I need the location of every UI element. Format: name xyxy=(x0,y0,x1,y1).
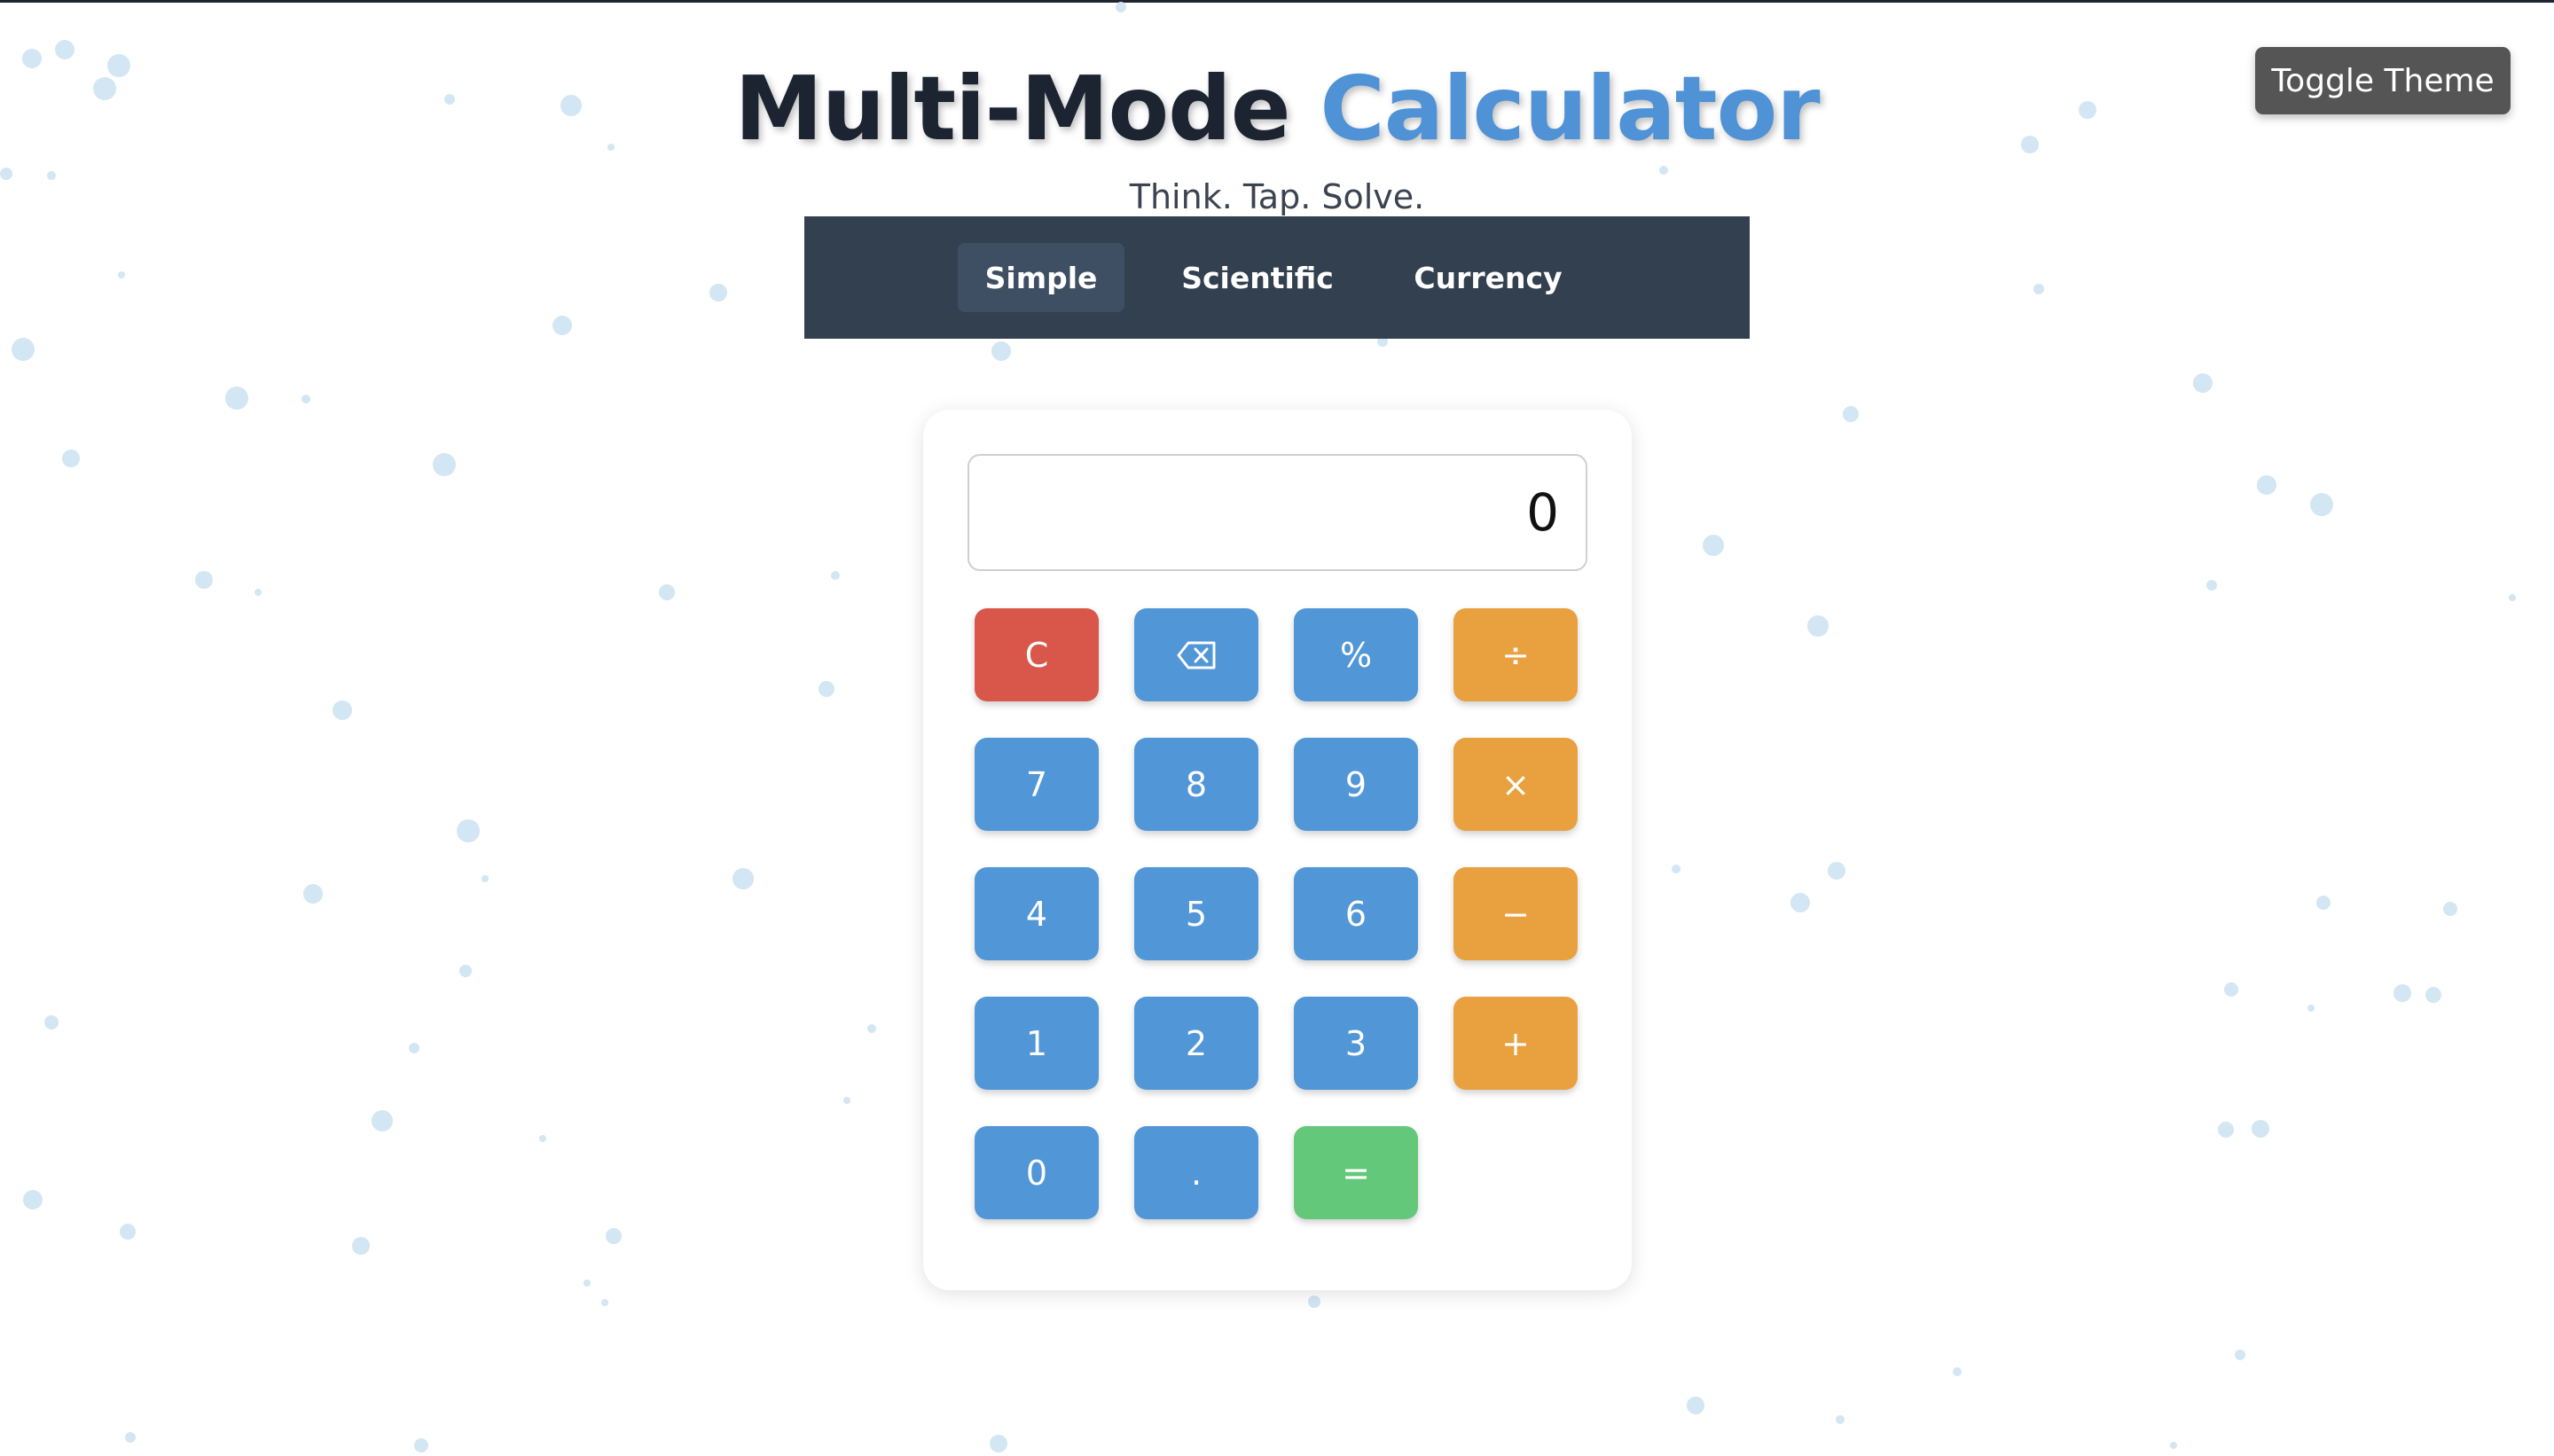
subtract-button[interactable]: − xyxy=(1453,867,1578,960)
page-title: Multi-Mode Calculator xyxy=(0,51,2554,167)
digit-2-button[interactable]: 2 xyxy=(1134,997,1258,1090)
title-part-multi-mode: Multi-Mode xyxy=(734,57,1290,160)
decimal-button[interactable]: . xyxy=(1134,1126,1258,1219)
tab-simple[interactable]: Simple xyxy=(958,243,1124,312)
digit-6-button[interactable]: 6 xyxy=(1294,867,1418,960)
multiply-button[interactable]: × xyxy=(1453,738,1578,831)
add-button[interactable]: + xyxy=(1453,997,1578,1090)
digit-3-button[interactable]: 3 xyxy=(1294,997,1418,1090)
digit-5-button[interactable]: 5 xyxy=(1134,867,1258,960)
page-subtitle: Think. Tap. Solve. xyxy=(1129,177,1425,216)
digit-1-button[interactable]: 1 xyxy=(975,997,1099,1090)
digit-8-button[interactable]: 8 xyxy=(1134,738,1258,831)
percent-button[interactable]: % xyxy=(1294,608,1418,701)
title-part-calculator: Calculator xyxy=(1320,57,1820,160)
equals-button[interactable]: = xyxy=(1294,1126,1418,1219)
digit-9-button[interactable]: 9 xyxy=(1294,738,1418,831)
calculator-display[interactable]: 0 xyxy=(968,454,1587,571)
mode-navbar: Simple Scientific Currency xyxy=(804,216,1750,339)
tab-scientific[interactable]: Scientific xyxy=(1169,243,1346,312)
backspace-icon xyxy=(1177,641,1216,669)
clear-button[interactable]: C xyxy=(975,608,1099,701)
backspace-button[interactable] xyxy=(1134,608,1258,701)
digit-0-button[interactable]: 0 xyxy=(975,1126,1099,1219)
digit-4-button[interactable]: 4 xyxy=(975,867,1099,960)
top-border xyxy=(0,0,2554,3)
calculator-card: 0 C % ÷ 7 8 9 × 4 5 6 − 1 2 3 + 0 . = xyxy=(923,410,1632,1290)
digit-7-button[interactable]: 7 xyxy=(975,738,1099,831)
tab-currency[interactable]: Currency xyxy=(1395,243,1581,312)
divide-button[interactable]: ÷ xyxy=(1453,608,1578,701)
